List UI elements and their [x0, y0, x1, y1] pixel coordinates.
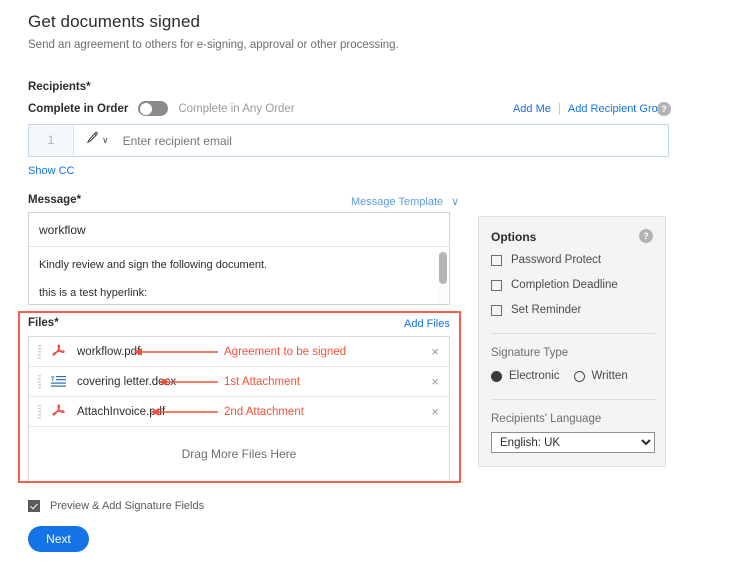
checkbox-icon[interactable]	[491, 305, 502, 316]
file-name: covering letter.docx	[77, 376, 176, 388]
recipients-section-label: Recipients*	[28, 81, 91, 93]
option-label: Password Protect	[511, 254, 601, 266]
message-label-text: Message	[28, 194, 77, 206]
message-section-label: Message*	[28, 194, 81, 206]
message-scrollbar-thumb[interactable]	[439, 252, 447, 284]
recipient-row: 1 ∨ Enter recipient email	[28, 124, 669, 157]
page-title: Get documents signed	[28, 12, 399, 32]
message-body-line: Kindly review and sign the following doc…	[39, 255, 427, 275]
remove-file-button[interactable]: ×	[431, 405, 439, 418]
option-password-protect[interactable]: Password Protect	[491, 254, 601, 266]
recipients-language-select[interactable]: English: UK	[491, 432, 655, 453]
files-required-mark: *	[54, 317, 58, 329]
drag-handle-icon[interactable]	[38, 345, 41, 359]
pdf-file-icon	[49, 343, 69, 361]
complete-in-any-order-label: Complete in Any Order	[178, 103, 294, 115]
file-drop-zone[interactable]: Drag More Files Here	[29, 427, 449, 481]
message-body-line-blank	[39, 275, 427, 283]
file-row[interactable]: workflow.pdf ×	[29, 337, 449, 367]
message-template-label: Message Template	[351, 196, 443, 208]
add-recipient-group-link[interactable]: Add Recipient Group	[568, 103, 670, 115]
message-required-mark: *	[77, 194, 81, 206]
checkbox-icon[interactable]	[491, 255, 502, 266]
message-box: workflow Kindly review and sign the foll…	[28, 212, 450, 305]
option-completion-deadline[interactable]: Completion Deadline	[491, 279, 618, 291]
checkbox-checked-icon[interactable]	[28, 500, 40, 512]
recipients-required-mark: *	[86, 81, 90, 93]
toggle-knob	[140, 103, 152, 115]
preview-signature-fields-label: Preview & Add Signature Fields	[50, 500, 204, 512]
preview-signature-fields-row[interactable]: Preview & Add Signature Fields	[28, 500, 204, 512]
options-title: Options	[491, 230, 536, 244]
file-row[interactable]: T covering letter.docx ×	[29, 367, 449, 397]
recipient-index: 1	[29, 125, 74, 156]
option-label: Completion Deadline	[511, 279, 618, 291]
option-label: Set Reminder	[511, 304, 581, 316]
remove-file-button[interactable]: ×	[431, 345, 439, 358]
page-header: Get documents signed Send an agreement t…	[28, 12, 399, 51]
drag-handle-icon[interactable]	[38, 375, 41, 389]
file-row[interactable]: AttachInvoice.pdf ×	[29, 397, 449, 427]
panel-divider	[491, 399, 655, 400]
recipients-language-label: Recipients' Language	[491, 413, 601, 425]
complete-order-toggle[interactable]	[138, 101, 168, 116]
recipients-label-text: Recipients	[28, 81, 86, 93]
role-chevron-down-icon: ∨	[102, 135, 109, 146]
checkbox-icon[interactable]	[491, 280, 502, 291]
next-button[interactable]: Next	[28, 526, 89, 552]
add-me-link[interactable]: Add Me	[513, 103, 551, 115]
signature-type-radio-group: Electronic Written	[491, 370, 642, 382]
recipient-email-input[interactable]: Enter recipient email	[118, 134, 232, 148]
recipient-links: Add Me Add Recipient Group	[513, 103, 670, 115]
complete-in-order-label: Complete in Order	[28, 103, 128, 115]
files-section-label: Files*	[28, 317, 59, 329]
recipient-role-selector[interactable]: ∨	[74, 130, 118, 151]
options-help-icon[interactable]: ?	[639, 229, 653, 243]
docx-file-icon: T	[49, 373, 69, 391]
message-template-dropdown[interactable]: Message Template ∨	[351, 195, 459, 208]
files-list: workflow.pdf × T covering letter.docx × …	[28, 336, 450, 482]
recipients-help-icon[interactable]: ?	[657, 102, 671, 116]
files-label-text: Files	[28, 317, 54, 329]
file-name: workflow.pdf	[77, 346, 140, 358]
radio-written[interactable]	[574, 371, 585, 382]
signature-pen-icon	[84, 130, 100, 151]
drag-handle-icon[interactable]	[38, 405, 41, 419]
chevron-down-icon: ∨	[451, 195, 459, 208]
message-body-textarea[interactable]: Kindly review and sign the following doc…	[29, 247, 449, 303]
remove-file-button[interactable]: ×	[431, 375, 439, 388]
radio-electronic[interactable]	[491, 371, 502, 382]
file-name: AttachInvoice.pdf	[77, 406, 165, 418]
complete-order-row: Complete in Order Complete in Any Order	[28, 101, 295, 116]
radio-label-electronic: Electronic	[509, 370, 560, 382]
message-subject-input[interactable]: workflow	[29, 213, 449, 247]
add-files-link[interactable]: Add Files	[404, 318, 450, 330]
link-divider	[559, 103, 560, 115]
radio-label-written: Written	[592, 370, 628, 382]
show-cc-link[interactable]: Show CC	[28, 165, 74, 177]
message-body-line: this is a test hyperlink:	[39, 283, 427, 303]
panel-divider	[491, 333, 655, 334]
page-subtitle: Send an agreement to others for e-signin…	[28, 39, 399, 51]
options-panel: Options ? Password Protect Completion De…	[478, 216, 666, 467]
svg-text:T: T	[51, 377, 55, 383]
option-set-reminder[interactable]: Set Reminder	[491, 304, 581, 316]
signature-type-label: Signature Type	[491, 347, 568, 359]
pdf-file-icon	[49, 403, 69, 421]
message-body-wrapper: Kindly review and sign the following doc…	[29, 247, 449, 305]
